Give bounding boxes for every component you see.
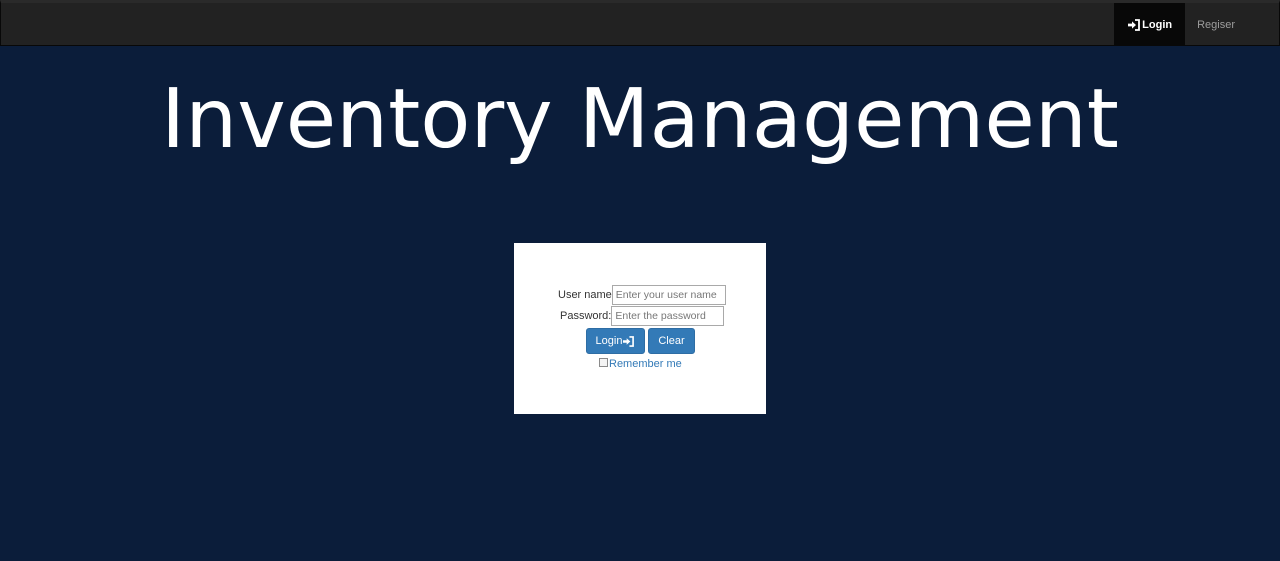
login-icon [622,335,635,347]
password-row: Password: [560,306,725,326]
password-input[interactable] [611,306,725,326]
top-navbar: Login Regiser [0,0,1280,46]
remember-me-row: Remember me [599,358,682,370]
clear-button[interactable]: Clear [648,328,695,354]
nav-login-link[interactable]: Login [1114,3,1186,46]
form-buttons: Login Clear [586,328,695,354]
login-icon [1127,18,1141,31]
nav-register-label: Regiser [1197,18,1235,31]
remember-me-label[interactable]: Remember me [609,358,682,370]
login-button-label: Login [595,335,623,347]
page-title: Inventory Management [161,72,1119,167]
nav-register-link[interactable]: Regiser [1185,3,1257,46]
login-panel: User name Password: Login Clear Remember… [514,243,766,414]
login-button[interactable]: Login [586,328,645,354]
clear-button-label: Clear [658,335,685,347]
remember-me-checkbox[interactable] [599,358,608,367]
password-label: Password: [560,310,612,322]
username-label: User name [558,289,612,301]
nav-login-label: Login [1142,18,1173,31]
username-row: User name [558,285,726,305]
navbar-right-menu: Login Regiser [1114,3,1257,46]
username-input[interactable] [611,285,726,305]
